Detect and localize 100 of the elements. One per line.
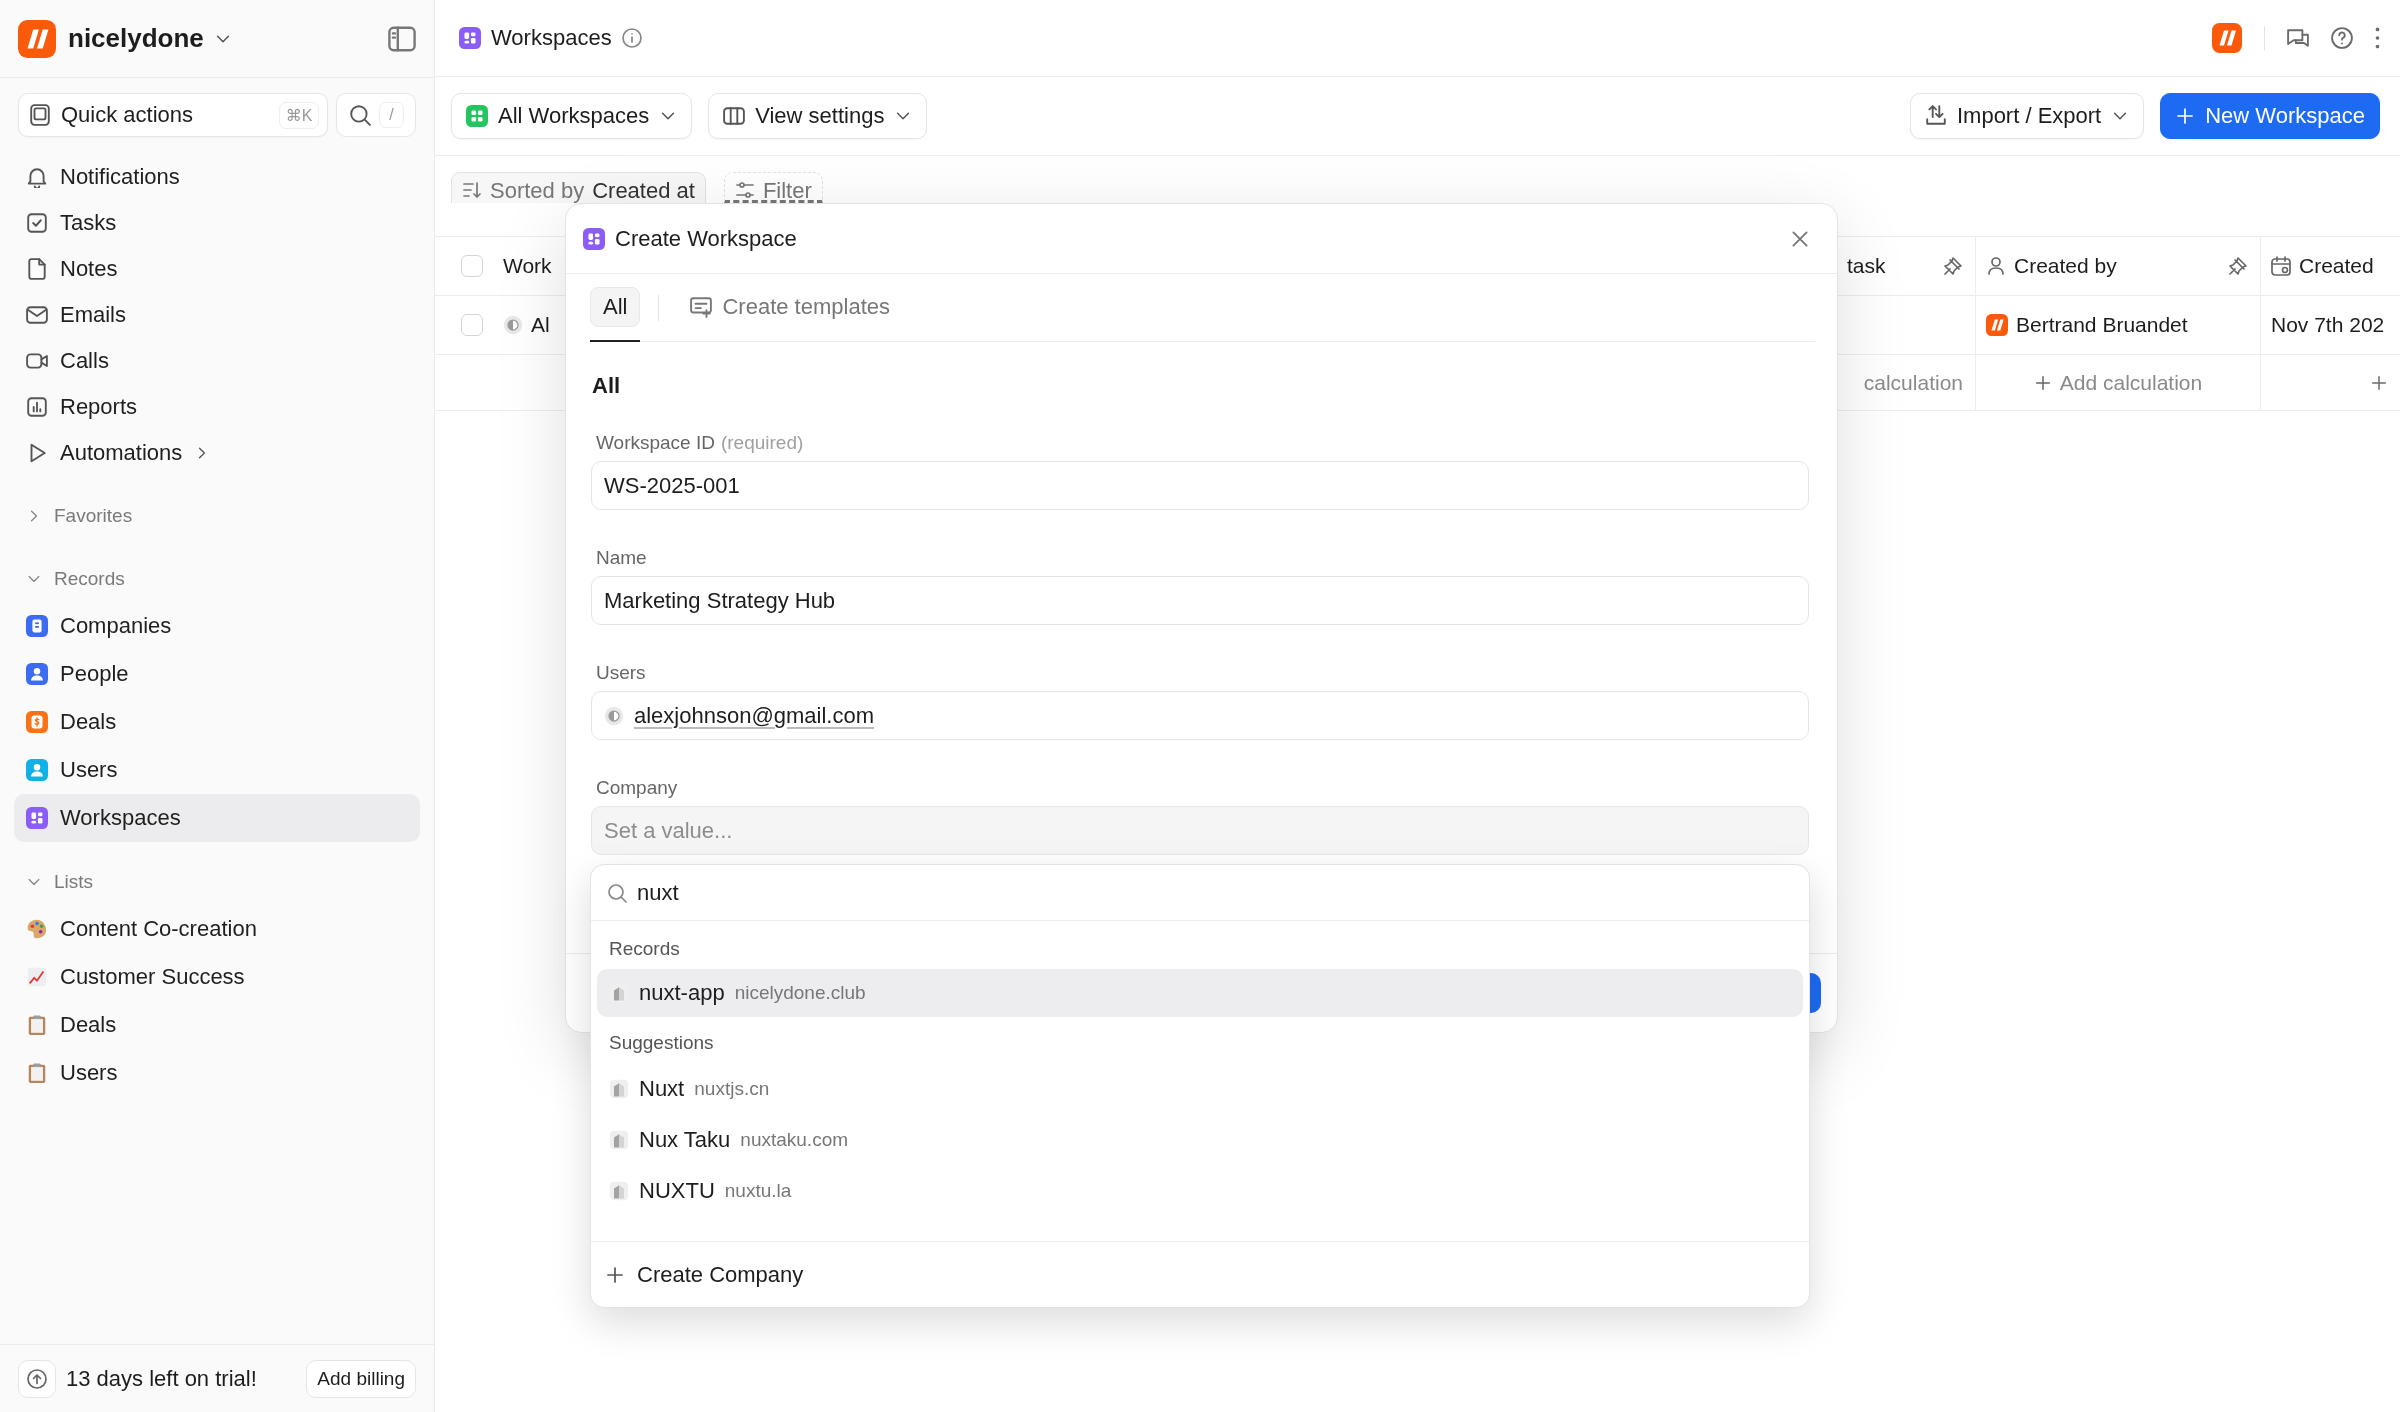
- help-button[interactable]: [2331, 27, 2353, 49]
- table-cell: Al: [531, 313, 550, 337]
- info-icon: [621, 28, 642, 48]
- sidebar-item[interactable]: Emails: [14, 292, 420, 338]
- sidebar-item[interactable]: Content Co-creation: [14, 905, 420, 953]
- sidebar-item[interactable]: Customer Success: [14, 953, 420, 1001]
- new-workspace-button[interactable]: New Workspace: [2160, 93, 2380, 139]
- field-label: Name: [596, 546, 647, 570]
- text-field[interactable]: Marketing Strategy Hub: [591, 576, 1809, 625]
- add-calculation-button[interactable]: calculation: [1863, 370, 1963, 395]
- table-cell: Bertrand Bruandet: [2016, 313, 2188, 337]
- plus-icon: [2175, 106, 2196, 126]
- help-icon: [2331, 27, 2353, 49]
- more-button[interactable]: [2375, 27, 2380, 49]
- clipboard-icon: [26, 1014, 48, 1036]
- sidebar-item[interactable]: Tasks: [14, 200, 420, 246]
- company-option[interactable]: Nuxt nuxtjs.cn: [597, 1063, 1803, 1114]
- sidebar-toggle-button[interactable]: [388, 24, 416, 53]
- video-camera-icon: [26, 350, 48, 372]
- checkbox[interactable]: [461, 314, 483, 336]
- sidebar-item[interactable]: Deals: [14, 1001, 420, 1049]
- required-note: (required): [720, 431, 804, 455]
- building-icon: [609, 1078, 629, 1099]
- line-chart-icon: [26, 966, 48, 988]
- create-company-button[interactable]: Create Company: [591, 1242, 818, 1307]
- sidebar-item[interactable]: Calls: [14, 338, 420, 384]
- avatar-icon: [1986, 314, 2008, 336]
- sidebar-item[interactable]: Automations: [14, 430, 420, 476]
- envelope-icon: [26, 304, 48, 326]
- avatar-icon: [2212, 23, 2242, 53]
- search-icon: [349, 104, 372, 126]
- tab[interactable]: Create templates: [677, 287, 903, 327]
- column-header[interactable]: Created: [2299, 254, 2374, 278]
- plus-icon: [2033, 373, 2052, 392]
- section-header[interactable]: Favorites: [14, 493, 420, 539]
- company-field[interactable]: Set a value...: [591, 806, 1809, 855]
- bar-chart-icon: [26, 396, 48, 418]
- document-icon: [26, 258, 48, 280]
- sort-chip[interactable]: Sorted by Created at: [451, 172, 706, 203]
- bell-icon: [26, 166, 48, 188]
- dialog-title: Create Workspace: [615, 225, 797, 252]
- sidebar-icon: [388, 24, 416, 53]
- user-email: alexjohnson@gmail.com: [634, 702, 874, 729]
- building-icon: [609, 1129, 629, 1150]
- workspace-switcher[interactable]: nicelydone: [68, 23, 232, 54]
- sidebar-item[interactable]: Reports: [14, 384, 420, 430]
- sidebar-item[interactable]: Companies: [14, 602, 420, 650]
- view-dropdown[interactable]: All Workspaces: [451, 93, 693, 139]
- filter-chip[interactable]: Filter: [723, 172, 823, 203]
- column-header[interactable]: task: [1847, 254, 1886, 278]
- upload-icon: [27, 1368, 47, 1389]
- building-icon: [26, 615, 48, 637]
- quick-actions-button[interactable]: Quick actions ⌘K: [18, 93, 329, 137]
- add-button[interactable]: [2370, 373, 2388, 392]
- section-title: All: [592, 372, 622, 400]
- sidebar-item[interactable]: Notifications: [14, 154, 420, 200]
- avatar-icon: [503, 315, 523, 335]
- more-icon: [2375, 27, 2380, 49]
- grid-icon: [466, 105, 488, 127]
- import-export-button[interactable]: Import / Export: [1909, 93, 2145, 139]
- text-field[interactable]: WS-2025-001: [591, 461, 1809, 510]
- sidebar-item[interactable]: Workspaces: [14, 794, 420, 842]
- upgrade-button[interactable]: [18, 1359, 56, 1398]
- sidebar-item[interactable]: Notes: [14, 246, 420, 292]
- plus-icon: [605, 1264, 625, 1285]
- users-field[interactable]: alexjohnson@gmail.com: [591, 691, 1809, 740]
- company-option[interactable]: NUXTU nuxtu.la: [597, 1165, 1803, 1216]
- search-icon: [607, 882, 627, 903]
- grid-icon: [26, 807, 48, 829]
- column-header[interactable]: Work: [503, 254, 552, 278]
- checkbox-icon: [26, 212, 48, 234]
- section-header[interactable]: Lists: [14, 859, 420, 905]
- field-label: Users: [596, 661, 646, 685]
- sidebar-item[interactable]: Users: [14, 746, 420, 794]
- column-header[interactable]: Created by: [2014, 254, 2117, 278]
- company-option[interactable]: Nux Taku nuxtaku.com: [597, 1114, 1803, 1165]
- palette-icon: [26, 918, 48, 940]
- keyboard-icon: [29, 104, 51, 126]
- sort-icon: [462, 180, 482, 200]
- sidebar-item[interactable]: People: [14, 650, 420, 698]
- sliders-icon: [734, 180, 755, 200]
- template-icon: [690, 296, 713, 318]
- company-option[interactable]: nuxt-app nicelydone.club: [597, 969, 1803, 1017]
- pin-off-icon: [2228, 256, 2248, 276]
- table-cell: Nov 7th 202: [2271, 313, 2385, 337]
- calendar-icon: [2271, 256, 2291, 276]
- add-billing-button[interactable]: Add billing: [306, 1359, 416, 1398]
- field-label: Company: [596, 776, 678, 800]
- view-settings-button[interactable]: View settings: [708, 93, 928, 139]
- logo-icon: [18, 19, 56, 58]
- chat-button[interactable]: [2287, 27, 2309, 49]
- tab[interactable]: All: [590, 287, 641, 327]
- grid-icon: [459, 27, 481, 49]
- sidebar-item[interactable]: Deals: [14, 698, 420, 746]
- section-header[interactable]: Records: [14, 556, 420, 602]
- columns-icon: [723, 105, 746, 127]
- dollar-icon: [26, 711, 48, 733]
- search-field[interactable]: nuxt: [637, 879, 1795, 906]
- checkbox[interactable]: [461, 255, 483, 277]
- sidebar-item[interactable]: Users: [14, 1049, 420, 1097]
